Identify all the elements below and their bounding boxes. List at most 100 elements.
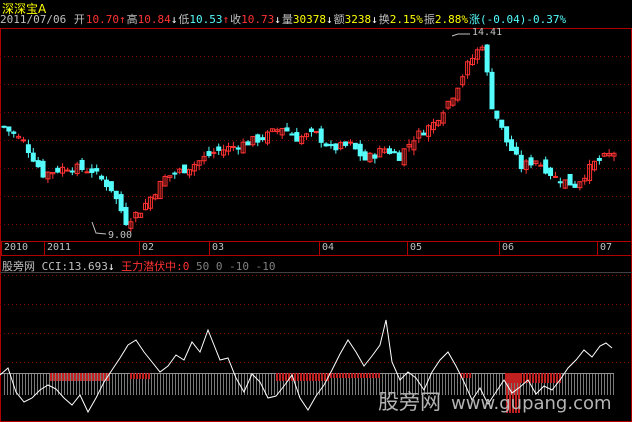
- histogram-bar: [544, 373, 546, 383]
- candle-body: [513, 146, 519, 155]
- candle-body: [596, 158, 602, 161]
- histogram-bar: [556, 373, 558, 383]
- amplitude-value: 2.88%: [434, 13, 468, 26]
- histogram-bar: [351, 373, 353, 378]
- high-price-label: 14.41: [472, 27, 503, 38]
- candle-body: [245, 141, 251, 146]
- histogram-bar: [86, 373, 88, 381]
- histogram-bar: [65, 373, 67, 381]
- histogram-bar: [463, 373, 465, 378]
- change-value: (-0.04)-0.37%: [479, 13, 567, 26]
- candle-body: [40, 160, 46, 178]
- chart-canvas[interactable]: [0, 0, 632, 422]
- candle-body: [84, 171, 90, 174]
- candle-body: [255, 134, 261, 143]
- candle-body: [357, 143, 363, 157]
- candle-body: [387, 148, 393, 154]
- histogram-bar: [378, 373, 380, 378]
- indicator-source: 股旁网: [2, 260, 35, 273]
- candle-body: [494, 110, 500, 119]
- histogram-bar: [538, 373, 540, 383]
- candle-body: [352, 142, 358, 150]
- histogram-bar: [89, 373, 91, 381]
- candle-body: [6, 126, 12, 132]
- candle-body: [552, 175, 558, 178]
- candle-body: [328, 144, 334, 147]
- histogram-bar: [372, 373, 374, 378]
- candle-body: [323, 143, 329, 147]
- close-label: 收: [230, 13, 242, 26]
- candle-body: [333, 143, 339, 151]
- histogram-bar: [294, 373, 296, 381]
- histogram-bar: [92, 373, 94, 381]
- candle-body: [548, 167, 554, 176]
- candle-body: [103, 179, 109, 188]
- histogram-bar: [136, 373, 138, 379]
- histogram-bar: [53, 373, 55, 381]
- candle-body: [318, 128, 324, 143]
- chart-window: 深深宝A 2011/07/06 开10.70↑高10.84↓低10.53↑收10…: [0, 0, 632, 422]
- volume-arrow: ↓: [325, 13, 333, 26]
- histogram-bar: [297, 373, 299, 381]
- amplitude-label: 振: [423, 13, 435, 26]
- close-arrow: ↓: [274, 13, 281, 26]
- histogram-bar: [348, 373, 350, 378]
- candle-body: [572, 183, 578, 188]
- amount-arrow: ↓: [371, 13, 378, 26]
- candle-body: [499, 119, 505, 128]
- candle-body: [528, 157, 534, 166]
- histogram-bar: [547, 373, 549, 383]
- watermark-text: 股旁网: [378, 390, 441, 414]
- low-arrow: ↑: [222, 13, 230, 26]
- histogram-bar: [62, 373, 64, 381]
- indicator-header: 股旁网 CCI:13.693↓ 王力潜伏中:0 50 0 -10 -10: [2, 258, 275, 274]
- histogram-bar: [142, 373, 144, 379]
- histogram-bar: [68, 373, 70, 381]
- candle-body: [79, 159, 85, 171]
- candle-body: [518, 154, 524, 170]
- x-axis-label: 07: [600, 242, 613, 253]
- histogram-bar: [324, 373, 326, 381]
- x-axis-label: 2011: [47, 242, 72, 253]
- candle-body: [69, 170, 75, 173]
- quote-date: 2011/07/06: [0, 13, 67, 26]
- histogram-bar: [133, 373, 135, 379]
- candle-body: [172, 172, 178, 175]
- histogram-bar: [345, 373, 347, 378]
- histogram-bar: [375, 373, 377, 378]
- histogram-bar: [282, 373, 284, 381]
- candle-body: [108, 181, 114, 192]
- low-price-label: 9.00: [108, 230, 133, 241]
- candle-body: [35, 160, 41, 168]
- histogram-bar: [139, 373, 141, 379]
- candle-body: [294, 132, 300, 142]
- amount-label: 额: [333, 13, 345, 26]
- candle-body: [567, 173, 573, 186]
- x-axis-label: 03: [212, 242, 225, 253]
- candle-body: [94, 168, 100, 172]
- histogram-bar: [333, 373, 335, 378]
- low-price-pointer: [91, 221, 107, 235]
- open-label: 开: [73, 13, 85, 26]
- candle-body: [89, 168, 95, 173]
- candle-body: [30, 152, 36, 162]
- change-label: 涨: [468, 13, 480, 26]
- close-value: 10.73: [241, 13, 275, 26]
- turnover-value: 2.15%: [389, 13, 423, 26]
- histogram-bar: [309, 373, 311, 381]
- histogram-bar: [336, 373, 338, 378]
- histogram-bar: [553, 373, 555, 383]
- watermark-url: www.gupang.com: [451, 393, 612, 414]
- histogram-bar: [466, 373, 468, 378]
- histogram-bar: [148, 373, 150, 379]
- histogram-bar: [312, 373, 314, 381]
- x-axis-label: 02: [142, 242, 155, 253]
- histogram-bar: [541, 373, 543, 383]
- histogram-bar: [95, 373, 97, 381]
- histogram-bar: [520, 373, 522, 383]
- histogram-bar: [77, 373, 79, 381]
- candle-body: [206, 151, 212, 157]
- candle-body: [284, 127, 290, 132]
- histogram-bar: [339, 373, 341, 378]
- candle-body: [1, 125, 7, 128]
